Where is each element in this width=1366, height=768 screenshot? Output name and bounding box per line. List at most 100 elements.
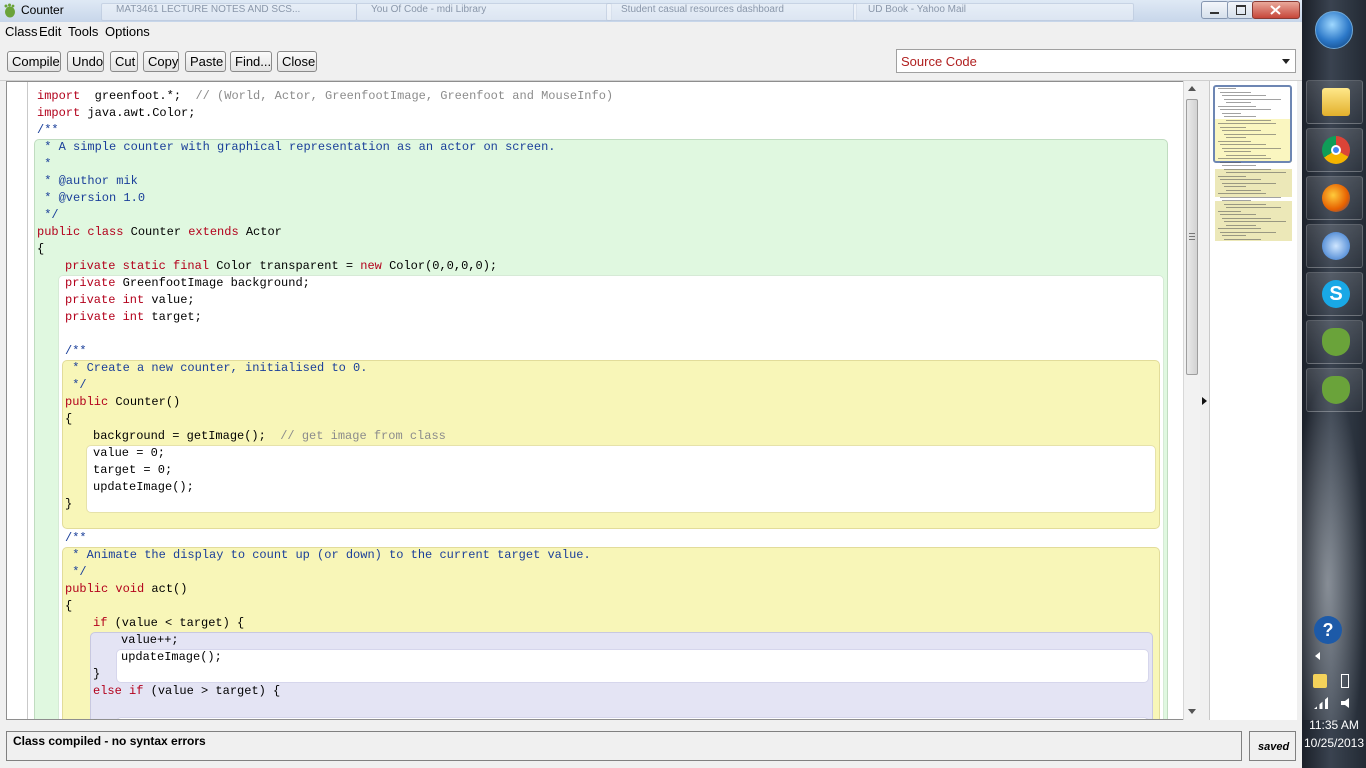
code-line[interactable]: background = getImage(); // get image fr… bbox=[93, 428, 446, 445]
code-line[interactable]: public class Counter extends Actor bbox=[37, 224, 282, 241]
copy-button[interactable]: Copy bbox=[143, 51, 179, 72]
code-token: private bbox=[65, 276, 116, 290]
flag-icon[interactable] bbox=[1313, 674, 1327, 688]
code-line[interactable]: private GreenfootImage background; bbox=[65, 275, 310, 292]
menu-edit[interactable]: Edit bbox=[39, 24, 61, 39]
collapse-arrow-icon[interactable] bbox=[1202, 397, 1207, 405]
code-token: */ bbox=[37, 208, 59, 222]
vertical-scrollbar[interactable] bbox=[1183, 81, 1200, 720]
code-line[interactable]: private int value; bbox=[65, 292, 195, 309]
code-line[interactable]: * Create a new counter, initialised to 0… bbox=[65, 360, 367, 377]
close-window-button[interactable] bbox=[1252, 1, 1300, 19]
code-line[interactable]: } bbox=[65, 496, 72, 513]
scroll-up-arrow-icon[interactable] bbox=[1188, 86, 1196, 91]
code-line[interactable]: * @version 1.0 bbox=[37, 190, 145, 207]
close-button[interactable]: Close bbox=[277, 51, 317, 72]
code-line[interactable]: */ bbox=[37, 207, 59, 224]
maximize-icon bbox=[1236, 5, 1246, 15]
code-line[interactable]: import java.awt.Color; bbox=[37, 105, 195, 122]
start-button-windows-icon[interactable] bbox=[1315, 11, 1353, 49]
code-line[interactable]: updateImage(); bbox=[121, 649, 222, 666]
code-token: updateImage(); bbox=[121, 650, 222, 664]
code-line[interactable]: { bbox=[65, 598, 72, 615]
code-navigation-view[interactable] bbox=[1209, 81, 1297, 720]
code-line[interactable]: /** bbox=[65, 530, 87, 547]
code-token: value = 0; bbox=[93, 446, 166, 460]
code-line[interactable]: */ bbox=[65, 377, 86, 394]
code-line[interactable]: else if (value > target) { bbox=[93, 683, 280, 700]
code-line[interactable]: if (value < target) { bbox=[93, 615, 244, 632]
code-token: private int bbox=[65, 293, 145, 307]
undo-button[interactable]: Undo bbox=[67, 51, 104, 72]
view-select[interactable]: Source Code bbox=[896, 49, 1296, 73]
menu-options[interactable]: Options bbox=[105, 24, 150, 39]
scrollbar-thumb[interactable] bbox=[1186, 99, 1198, 375]
code-line[interactable]: */ bbox=[65, 564, 86, 581]
minimap-line bbox=[1218, 105, 1256, 107]
code-line[interactable]: target = 0; bbox=[93, 462, 172, 479]
taskbar-network-app[interactable] bbox=[1306, 224, 1363, 268]
minimap-line bbox=[1224, 116, 1256, 117]
code-line[interactable]: * A simple counter with graphical repres… bbox=[37, 139, 555, 156]
clock-date[interactable]: 10/25/2013 bbox=[1302, 736, 1366, 750]
background-tab: Student casual resources dashboard bbox=[606, 3, 857, 21]
taskbar-greenfoot[interactable] bbox=[1306, 368, 1363, 412]
code-line[interactable]: * Animate the display to count up (or do… bbox=[65, 547, 591, 564]
taskbar-firefox[interactable] bbox=[1306, 176, 1363, 220]
help-icon[interactable]: ? bbox=[1314, 616, 1342, 644]
code-line[interactable]: value++; bbox=[121, 632, 179, 649]
code-line[interactable]: { bbox=[37, 241, 44, 258]
code-line[interactable]: /** bbox=[65, 343, 87, 360]
minimap-line bbox=[1226, 154, 1266, 156]
taskbar-folder[interactable] bbox=[1306, 80, 1363, 124]
paste-button[interactable]: Paste bbox=[185, 51, 226, 72]
code-token: public void bbox=[65, 582, 145, 596]
taskbar-greenfoot[interactable] bbox=[1306, 320, 1363, 364]
menu-tools[interactable]: Tools bbox=[68, 24, 98, 39]
code-token: value; bbox=[144, 293, 195, 307]
maximize-button[interactable] bbox=[1227, 1, 1254, 19]
code-line[interactable]: } bbox=[93, 666, 100, 683]
code-token: import bbox=[37, 106, 81, 120]
cut-button[interactable]: Cut bbox=[110, 51, 138, 72]
find-button[interactable]: Find... bbox=[230, 51, 272, 72]
taskbar-chrome[interactable] bbox=[1306, 128, 1363, 172]
code-line[interactable]: updateImage(); bbox=[93, 479, 194, 496]
minimap-line bbox=[1224, 98, 1281, 100]
code-token: * A simple counter with graphical repres… bbox=[37, 140, 556, 154]
minimap-line bbox=[1218, 175, 1246, 177]
code-line[interactable]: public void act() bbox=[65, 581, 187, 598]
minimap-line bbox=[1222, 112, 1241, 114]
background-tab: You Of Code - mdi Library bbox=[356, 3, 612, 21]
code-line[interactable]: /** bbox=[37, 122, 59, 139]
minimize-button[interactable] bbox=[1201, 1, 1229, 19]
code-token: target; bbox=[144, 310, 202, 324]
code-line[interactable]: private int target; bbox=[65, 309, 202, 326]
code-line[interactable]: import greenfoot.*; // (World, Actor, Gr… bbox=[37, 88, 613, 105]
battery-icon[interactable] bbox=[1341, 674, 1349, 688]
minimap-line bbox=[1222, 217, 1271, 219]
panel-divider[interactable] bbox=[1200, 81, 1209, 720]
code-line[interactable]: * @author mik bbox=[37, 173, 138, 190]
taskbar-skype[interactable]: S bbox=[1306, 272, 1363, 316]
code-editor[interactable]: import greenfoot.*; // (World, Actor, Gr… bbox=[6, 81, 1200, 720]
code-token: /** bbox=[37, 123, 59, 137]
scroll-down-arrow-icon[interactable] bbox=[1188, 709, 1196, 714]
code-line[interactable]: * bbox=[37, 156, 51, 173]
code-line[interactable]: value = 0; bbox=[93, 445, 165, 462]
code-line[interactable]: private static final Color transparent =… bbox=[65, 258, 497, 275]
code-token: * bbox=[37, 157, 52, 171]
code-line[interactable]: { bbox=[65, 411, 72, 428]
menu-class[interactable]: Class bbox=[5, 24, 38, 39]
show-hidden-icons-icon[interactable] bbox=[1315, 652, 1320, 660]
clock-time[interactable]: 11:35 AM bbox=[1302, 718, 1366, 732]
windows-taskbar: S ? 11:35 AM 10/25/2013 bbox=[1302, 0, 1366, 768]
code-token: } bbox=[93, 667, 101, 681]
code-line[interactable]: public Counter() bbox=[65, 394, 180, 411]
minimize-icon bbox=[1210, 12, 1219, 14]
minimap-line bbox=[1220, 161, 1241, 163]
compile-button[interactable]: Compile bbox=[7, 51, 61, 72]
minimap-line bbox=[1218, 193, 1266, 194]
minimap-line bbox=[1224, 203, 1266, 205]
background-tab: MAT3461 LECTURE NOTES AND SCS... bbox=[101, 3, 357, 21]
